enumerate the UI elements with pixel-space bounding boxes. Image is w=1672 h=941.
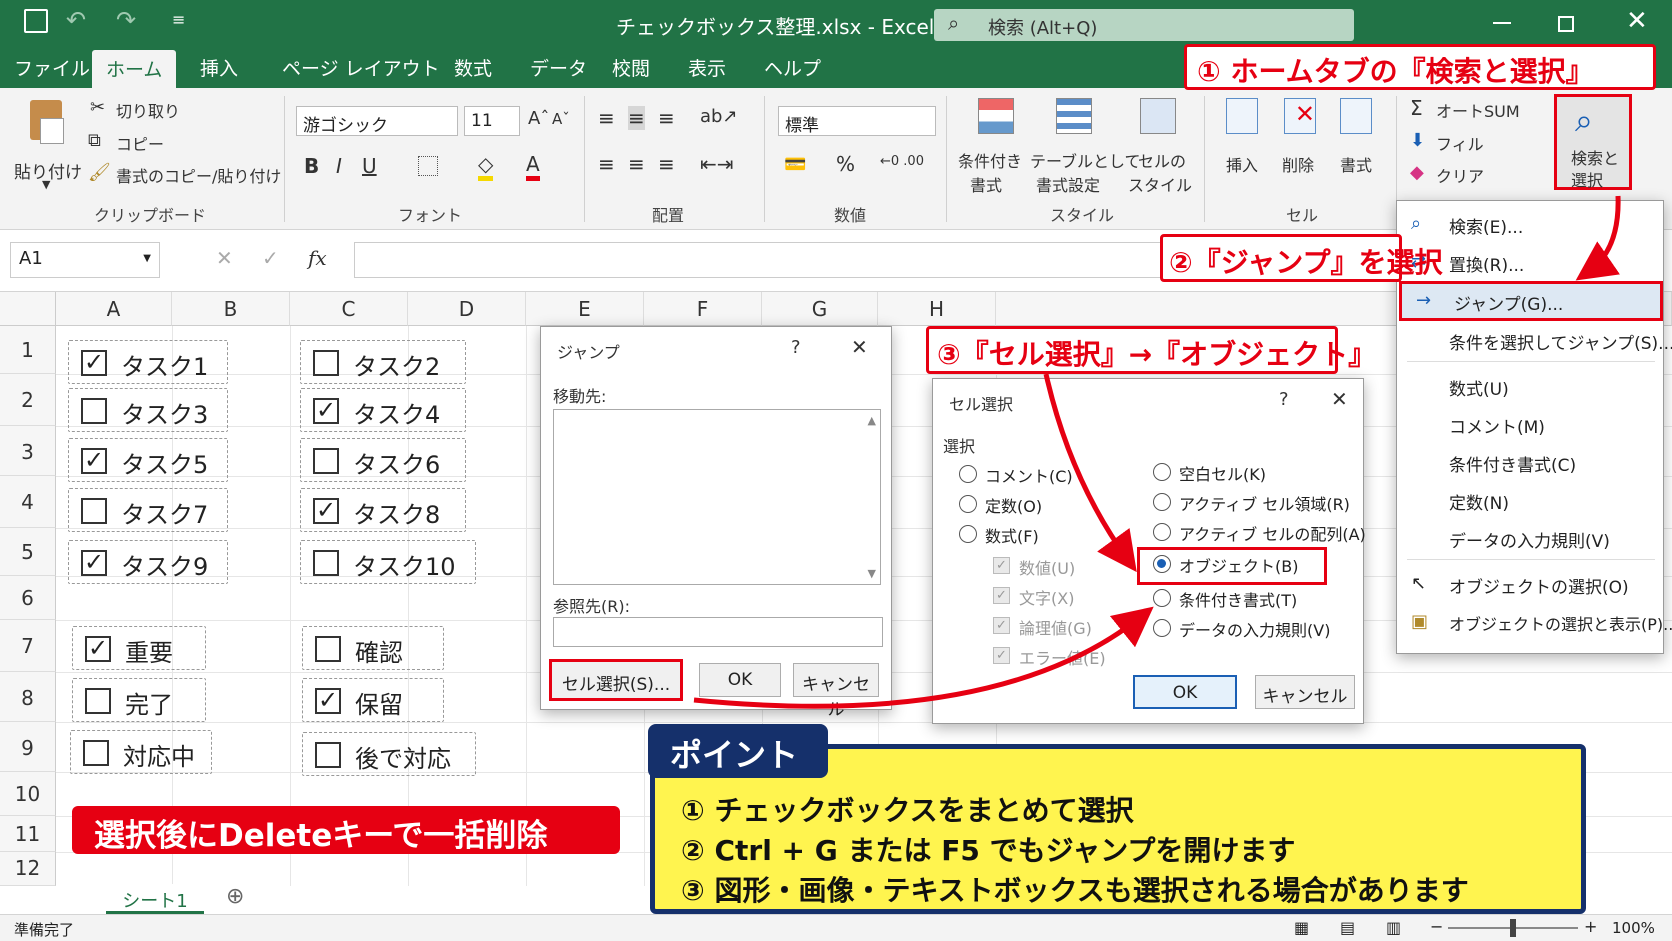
page-break-view-icon[interactable]: ▥ bbox=[1386, 918, 1401, 937]
status-ready: 準備完了 bbox=[14, 921, 75, 939]
arrow-step1-to-goto bbox=[1575, 195, 1621, 281]
point-line-3: ③ 図形・画像・テキストボックスも選択される場合があります bbox=[681, 874, 1469, 907]
point-line-2: ② Ctrl + G または F5 でもジャンプを開けます bbox=[681, 834, 1296, 867]
add-sheet-icon[interactable]: ⊕ bbox=[226, 884, 244, 909]
sheet-tab[interactable]: シート1 bbox=[106, 884, 204, 914]
zoom-in-icon[interactable]: + bbox=[1584, 917, 1597, 936]
arrow-step3-to-objects bbox=[1043, 373, 1137, 573]
zoom-thumb[interactable] bbox=[1510, 919, 1516, 937]
zoom-level[interactable]: 100% bbox=[1612, 919, 1655, 937]
status-bar: 準備完了 ▦ ▤ ▥ − + 100% bbox=[0, 914, 1672, 941]
arrow-special-to-objects bbox=[693, 606, 1154, 709]
normal-view-icon[interactable]: ▦ bbox=[1294, 918, 1309, 937]
page-layout-view-icon[interactable]: ▤ bbox=[1340, 918, 1355, 937]
point-line-1: ① チェックボックスをまとめて選択 bbox=[681, 794, 1134, 827]
zoom-out-icon[interactable]: − bbox=[1430, 917, 1443, 936]
point-title: ポイント bbox=[648, 724, 828, 778]
